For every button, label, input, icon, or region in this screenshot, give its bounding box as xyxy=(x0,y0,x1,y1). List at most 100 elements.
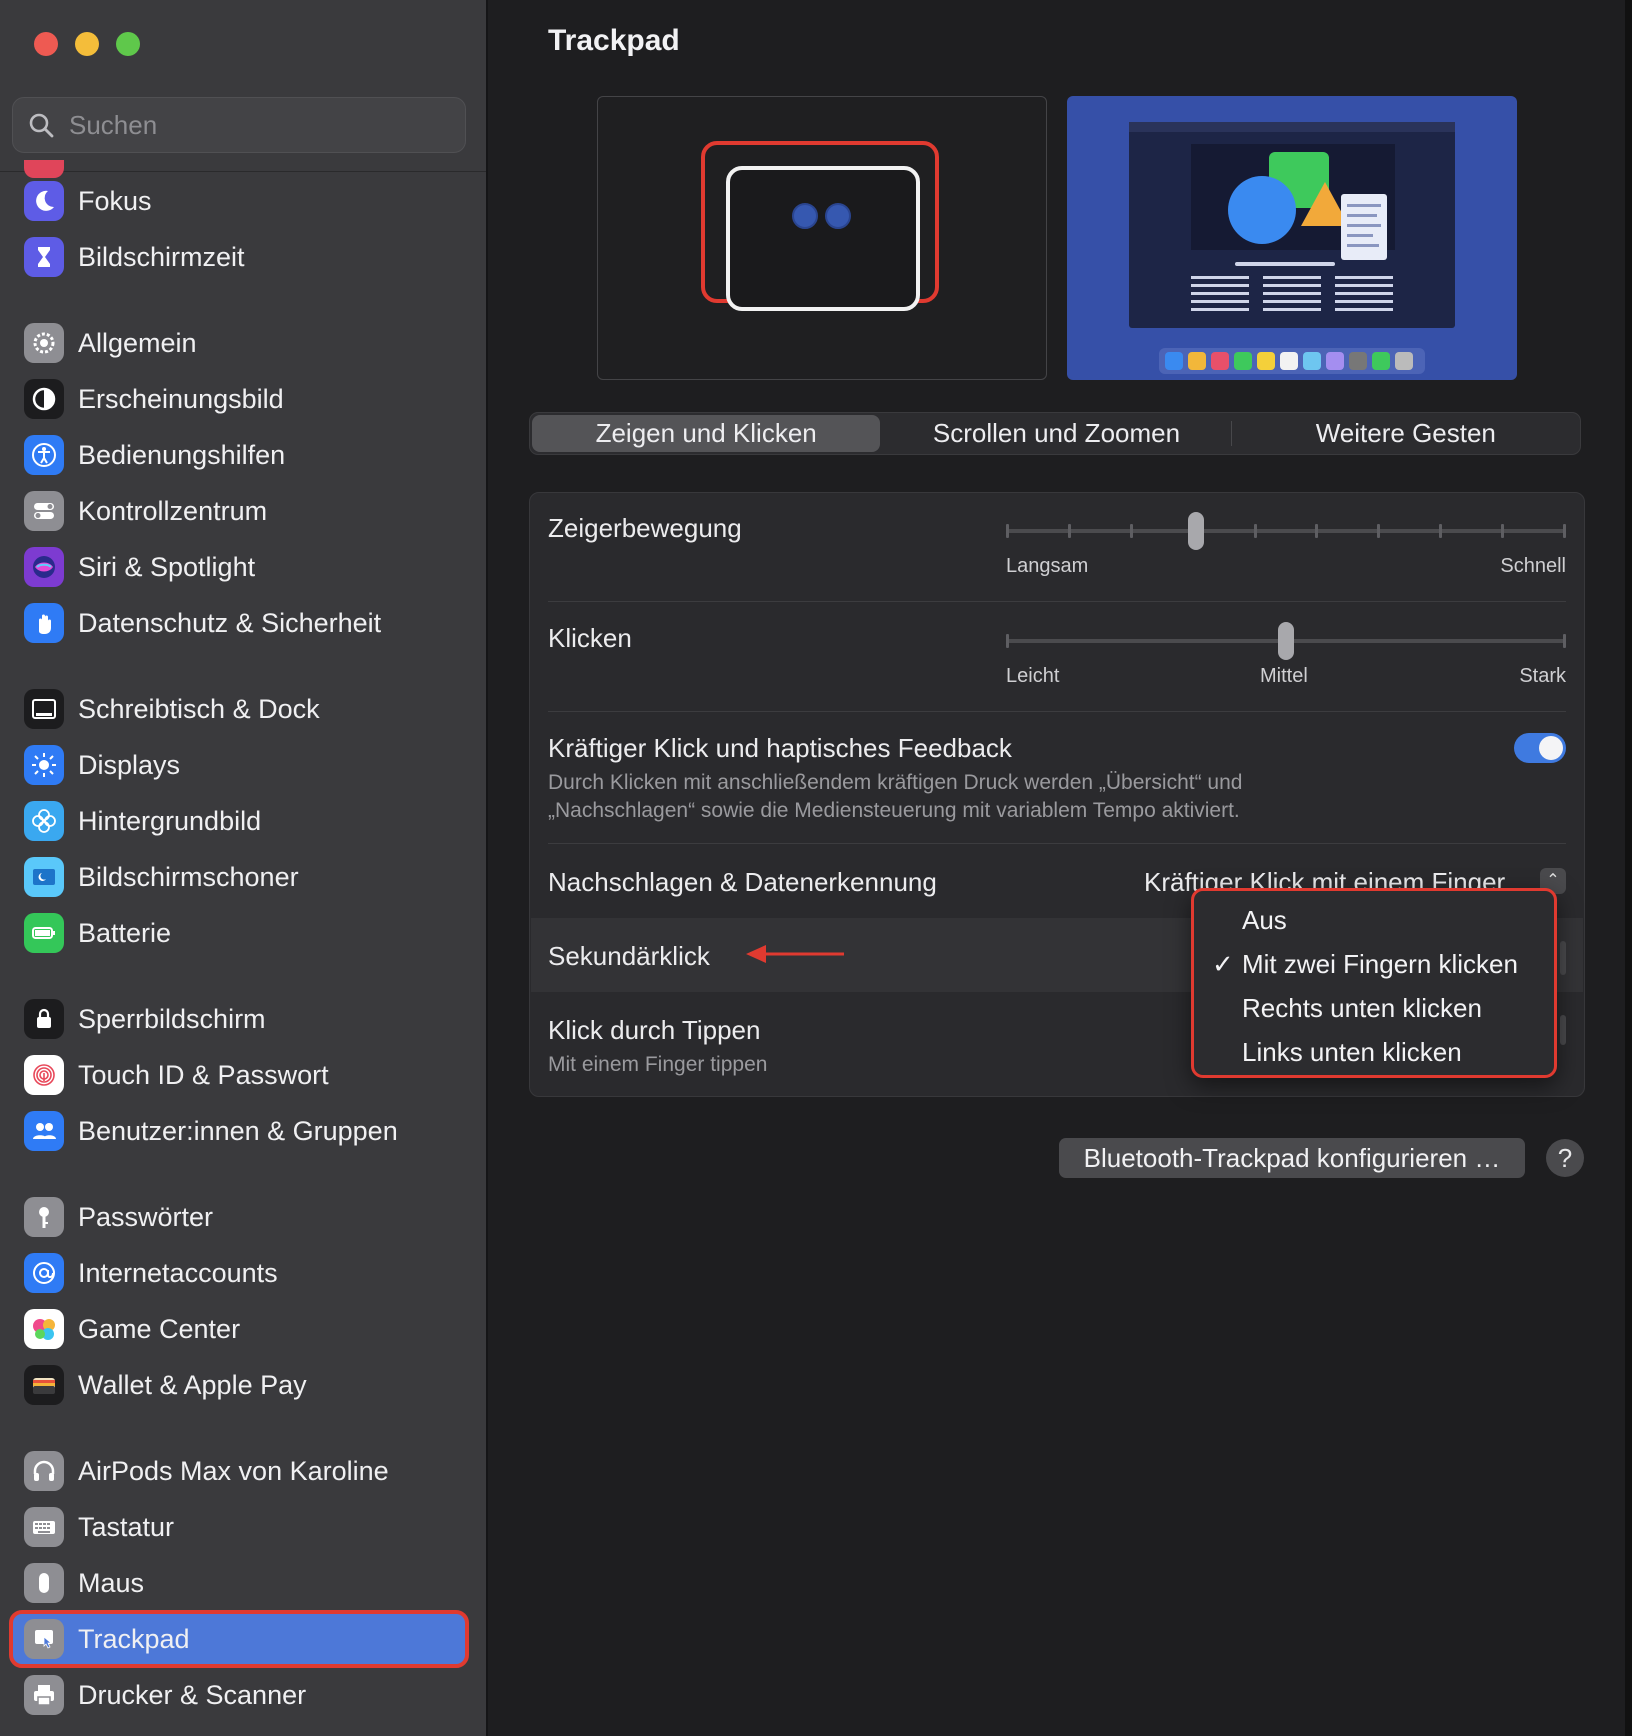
window-edge xyxy=(1625,0,1632,1736)
slider-tick xyxy=(1315,524,1319,538)
sidebar-item-label: Datenschutz & Sicherheit xyxy=(78,607,382,638)
screensaver-icon xyxy=(24,857,64,897)
sidebar-item-label: Siri & Spotlight xyxy=(78,551,256,582)
tap-to-click-sub: Mit einem Finger tippen xyxy=(548,1053,768,1076)
sidebar-item-batterie[interactable]: Batterie xyxy=(12,907,466,959)
page-title: Trackpad xyxy=(548,24,680,57)
slider-tick xyxy=(1067,524,1071,538)
sidebar-item-passwörter[interactable]: Passwörter xyxy=(12,1191,466,1243)
slider-knob[interactable] xyxy=(1188,512,1205,550)
sidebar-item-hintergrundbild[interactable]: Hintergrundbild xyxy=(12,795,466,847)
trackpad-icon xyxy=(24,1619,64,1659)
printer-icon xyxy=(24,1675,64,1715)
sidebar-item-benutzer-innen-gruppen[interactable]: Benutzer:innen & Gruppen xyxy=(12,1105,466,1157)
sidebar-item-datenschutz-sicherheit[interactable]: Datenschutz & Sicherheit xyxy=(12,597,466,649)
sidebar-item-tastatur[interactable]: Tastatur xyxy=(12,1501,466,1553)
sidebar-item-allgemein[interactable]: Allgemein xyxy=(12,317,466,369)
sidebar-item-erscheinungsbild[interactable]: Erscheinungsbild xyxy=(12,373,466,425)
sidebar-item-maus[interactable]: Maus xyxy=(12,1557,466,1609)
sidebar-item-airpods-max-von-karoline[interactable]: AirPods Max von Karoline xyxy=(12,1445,466,1497)
click-mid-label: Mittel xyxy=(1260,665,1308,687)
flower-icon xyxy=(24,801,64,841)
sidebar-item-bildschirmschoner[interactable]: Bildschirmschoner xyxy=(12,851,466,903)
window-controls xyxy=(34,32,140,56)
pointer-speed-slider[interactable] xyxy=(1006,511,1566,551)
gesture-preview-trackpad xyxy=(597,96,1047,380)
siri-icon xyxy=(24,547,64,587)
tab-scroll-zoom[interactable]: Scrollen und Zoomen xyxy=(882,413,1230,454)
slider-tick xyxy=(1006,524,1009,538)
close-button[interactable] xyxy=(34,32,58,56)
click-label: Klicken xyxy=(548,623,632,653)
sidebar-item-trackpad[interactable]: Trackpad xyxy=(9,1610,469,1668)
slider-min-label: Langsam xyxy=(1006,555,1089,577)
sidebar-item-label: Trackpad xyxy=(78,1623,190,1654)
dock-icon xyxy=(24,689,64,729)
users-icon xyxy=(24,1111,64,1151)
click-pressure-slider[interactable] xyxy=(1006,621,1566,661)
sidebar-item-label: Touch ID & Passwort xyxy=(78,1059,329,1090)
menu-item-bottom-right[interactable]: Rechts unten klicken xyxy=(1242,993,1482,1024)
tab-pointing-clicking[interactable]: Zeigen und Klicken xyxy=(532,415,881,452)
tap-to-click-toggle-edge[interactable] xyxy=(1560,1015,1566,1045)
bluetooth-trackpad-button[interactable]: Bluetooth-Trackpad konfigurieren … xyxy=(1059,1138,1525,1178)
accessibility-icon xyxy=(24,435,64,475)
secondary-click-label: Sekundärklick xyxy=(548,941,710,971)
sidebar-item-wallet-apple-pay[interactable]: Wallet & Apple Pay xyxy=(12,1359,466,1411)
secondary-click-select-edge[interactable] xyxy=(1560,941,1566,975)
force-click-description-2: „Nachschlagen“ sowie die Mediensteuerung… xyxy=(548,799,1240,822)
sidebar-item-bedienungshilfen[interactable]: Bedienungshilfen xyxy=(12,429,466,481)
headphones-icon xyxy=(24,1451,64,1491)
screen-illustration xyxy=(1129,122,1455,374)
force-click-label: Kräftiger Klick und haptisches Feedback xyxy=(548,733,1012,763)
search-field[interactable] xyxy=(12,97,466,153)
appearance-icon xyxy=(24,379,64,419)
help-button[interactable]: ? xyxy=(1546,1139,1584,1177)
menu-item-bottom-left[interactable]: Links unten klicken xyxy=(1242,1037,1462,1068)
game-center-icon xyxy=(24,1309,64,1349)
sidebar-item-label: Bedienungshilfen xyxy=(78,439,286,470)
tab-more-gestures[interactable]: Weitere Gesten xyxy=(1232,413,1580,454)
fingerprint-icon xyxy=(24,1055,64,1095)
search-input[interactable] xyxy=(67,108,451,142)
sidebar-list: Fokus Bildschirmzeit Allgemein Erscheinungs… xyxy=(0,160,486,1736)
sidebar-item-internetaccounts[interactable]: Internetaccounts xyxy=(12,1247,466,1299)
sidebar-item-sperrbildschirm[interactable]: Sperrbildschirm xyxy=(12,993,466,1045)
click-min-label: Leicht xyxy=(1006,665,1060,687)
lock-icon xyxy=(24,999,64,1039)
sidebar-item-fokus[interactable]: Fokus xyxy=(12,175,466,227)
sidebar-item-game-center[interactable]: Game Center xyxy=(12,1303,466,1355)
slider-tick xyxy=(1253,524,1257,538)
secondary-click-menu: Aus ✓ Mit zwei Fingern klicken Rechts un… xyxy=(1191,888,1557,1078)
hourglass-icon xyxy=(24,237,64,277)
row-divider xyxy=(548,711,1566,712)
slider-tick xyxy=(1377,524,1381,538)
slider-tick xyxy=(1129,524,1133,538)
sidebar-item-displays[interactable]: Displays xyxy=(12,739,466,791)
tab-bar: Zeigen und Klicken Scrollen und Zoomen W… xyxy=(529,412,1581,455)
menu-item-off[interactable]: Aus xyxy=(1242,905,1287,936)
zoom-button[interactable] xyxy=(116,32,140,56)
wallet-icon xyxy=(24,1365,64,1405)
sidebar-item-siri-spotlight[interactable]: Siri & Spotlight xyxy=(12,541,466,593)
hand-icon xyxy=(24,603,64,643)
menu-item-two-fingers[interactable]: Mit zwei Fingern klicken xyxy=(1242,949,1518,980)
slider-tick xyxy=(1563,634,1566,648)
sidebar-item-label: Fokus xyxy=(78,185,152,216)
sidebar-item-label: Hintergrundbild xyxy=(78,805,262,836)
sidebar-item-kontrollzentrum[interactable]: Kontrollzentrum xyxy=(12,485,466,537)
sidebar-item-label: Benutzer:innen & Gruppen xyxy=(78,1115,398,1146)
keyboard-icon xyxy=(24,1507,64,1547)
slider-knob[interactable] xyxy=(1278,622,1294,660)
sidebar-item-schreibtisch-dock[interactable]: Schreibtisch & Dock xyxy=(12,683,466,735)
at-icon xyxy=(24,1253,64,1293)
gesture-preview-screen xyxy=(1067,96,1517,380)
force-click-toggle[interactable] xyxy=(1514,733,1566,763)
toggles-icon xyxy=(24,491,64,531)
sidebar-item-bildschirmzeit[interactable]: Bildschirmzeit xyxy=(12,231,466,283)
minimize-button[interactable] xyxy=(75,32,99,56)
sidebar-item-touch-id-passwort[interactable]: Touch ID & Passwort xyxy=(12,1049,466,1101)
sidebar-item-drucker-scanner[interactable]: Drucker & Scanner xyxy=(12,1669,466,1721)
sidebar-item-label: Wallet & Apple Pay xyxy=(78,1369,307,1400)
trackpad-illustration xyxy=(701,141,939,311)
